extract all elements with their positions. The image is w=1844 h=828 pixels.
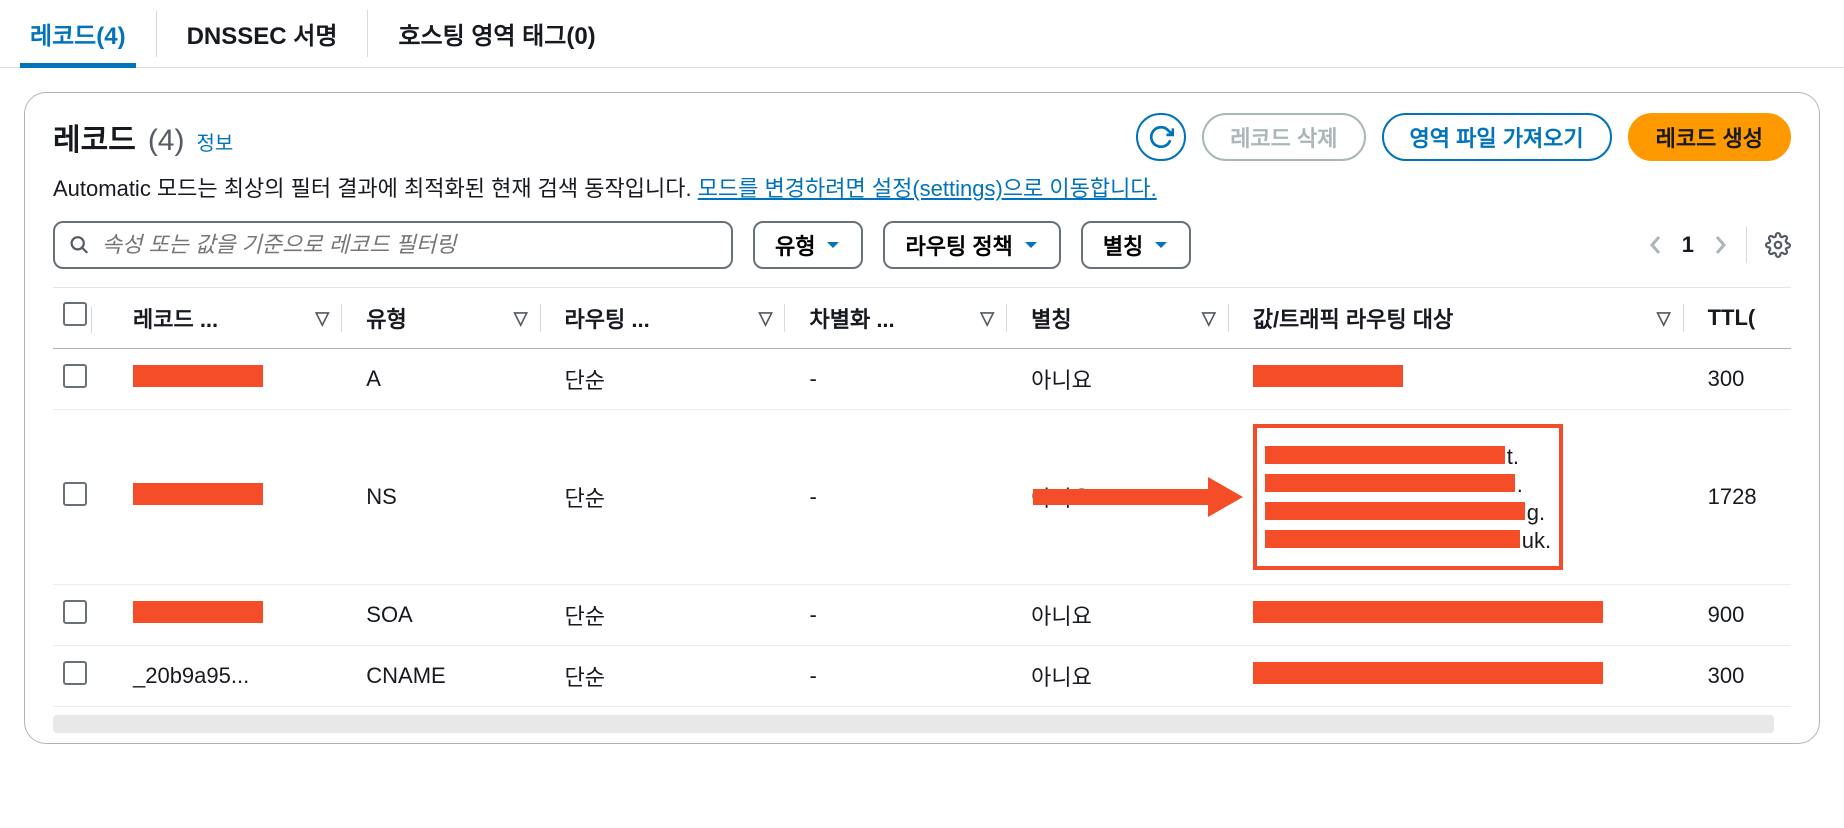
col-alias[interactable]: 별칭▽ bbox=[1021, 288, 1243, 349]
cell-diff: - bbox=[799, 646, 1021, 707]
search-icon bbox=[69, 234, 90, 256]
col-type[interactable]: 유형▽ bbox=[356, 288, 554, 349]
import-zone-file-button[interactable]: 영역 파일 가져오기 bbox=[1382, 113, 1612, 161]
cell-ttl: 300 bbox=[1698, 646, 1791, 707]
mode-description: Automatic 모드는 최상의 필터 결과에 최적화된 현재 검색 동작입니… bbox=[53, 171, 1791, 203]
sort-icon: ▽ bbox=[1202, 308, 1216, 329]
settings-button[interactable] bbox=[1765, 232, 1791, 258]
alias-filter-label: 별칭 bbox=[1103, 229, 1143, 261]
sort-icon: ▽ bbox=[315, 308, 329, 329]
chevron-right-icon bbox=[1712, 233, 1728, 257]
chevron-left-icon bbox=[1648, 233, 1664, 257]
cell-ttl: 1728 bbox=[1698, 410, 1791, 585]
redacted-name bbox=[133, 601, 263, 623]
panel-title-wrap: 레코드 (4) 정보 bbox=[53, 115, 233, 159]
page-number: 1 bbox=[1682, 232, 1694, 258]
cell-diff: - bbox=[799, 349, 1021, 410]
alias-filter[interactable]: 별칭 bbox=[1081, 221, 1191, 269]
create-record-button[interactable]: 레코드 생성 bbox=[1628, 113, 1791, 161]
col-record-name[interactable]: 레코드 ...▽ bbox=[123, 288, 356, 349]
pagination: 1 bbox=[1648, 227, 1791, 263]
separator bbox=[1746, 227, 1747, 263]
cell-alias: 아니요 bbox=[1021, 585, 1243, 646]
type-filter-label: 유형 bbox=[775, 229, 815, 261]
select-all-checkbox[interactable] bbox=[63, 302, 87, 326]
panel-count: (4) bbox=[148, 124, 185, 158]
redacted-value bbox=[1253, 365, 1403, 387]
cell-routing: 단순 bbox=[555, 585, 800, 646]
sort-icon: ▽ bbox=[980, 308, 994, 329]
redacted-name bbox=[133, 483, 263, 505]
table-header-row: 레코드 ...▽ 유형▽ 라우팅 ...▽ 차별화 ...▽ 별칭▽ 값/트래픽… bbox=[53, 288, 1791, 349]
cell-ttl: 900 bbox=[1698, 585, 1791, 646]
sort-icon: ▽ bbox=[514, 308, 528, 329]
caret-down-icon bbox=[825, 239, 841, 251]
prev-page-button[interactable] bbox=[1648, 233, 1664, 257]
col-value[interactable]: 값/트래픽 라우팅 대상▽ bbox=[1243, 288, 1698, 349]
table-row: NS 단순 - 아니요 t. . g. uk. 1728 bbox=[53, 410, 1791, 585]
records-table: 레코드 ...▽ 유형▽ 라우팅 ...▽ 차별화 ...▽ 별칭▽ 값/트래픽… bbox=[53, 287, 1791, 707]
redacted-value bbox=[1253, 601, 1603, 623]
panel-actions: 레코드 삭제 영역 파일 가져오기 레코드 생성 bbox=[1136, 113, 1791, 161]
cell-diff: - bbox=[799, 585, 1021, 646]
routing-policy-filter[interactable]: 라우팅 정책 bbox=[883, 221, 1060, 269]
table-row: _20b9a95... CNAME 단순 - 아니요 300 bbox=[53, 646, 1791, 707]
row-checkbox[interactable] bbox=[63, 482, 87, 506]
horizontal-scrollbar[interactable] bbox=[53, 715, 1774, 733]
tab-dnssec[interactable]: DNSSEC 서명 bbox=[157, 0, 368, 67]
cell-routing: 단순 bbox=[555, 349, 800, 410]
routing-filter-label: 라우팅 정책 bbox=[905, 229, 1012, 261]
table-row: A 단순 - 아니요 300 bbox=[53, 349, 1791, 410]
tab-records[interactable]: 레코드(4) bbox=[0, 0, 156, 67]
sort-icon: ▽ bbox=[759, 308, 773, 329]
cell-alias: 아니요 bbox=[1021, 646, 1243, 707]
search-input[interactable] bbox=[102, 232, 717, 258]
cell-type: SOA bbox=[356, 585, 554, 646]
ns-suffix: . bbox=[1517, 472, 1523, 498]
info-link[interactable]: 정보 bbox=[196, 127, 233, 156]
redacted-value bbox=[1253, 662, 1603, 684]
cell-routing: 단순 bbox=[555, 646, 800, 707]
mode-text: Automatic 모드는 최상의 필터 결과에 최적화된 현재 검색 동작입니… bbox=[53, 176, 698, 201]
cell-type: NS bbox=[356, 410, 554, 585]
gear-icon bbox=[1765, 232, 1791, 258]
ns-suffix: t. bbox=[1507, 444, 1519, 470]
cell-type: CNAME bbox=[356, 646, 554, 707]
caret-down-icon bbox=[1153, 239, 1169, 251]
col-differentiator[interactable]: 차별화 ...▽ bbox=[799, 288, 1021, 349]
ns-suffix: uk. bbox=[1522, 528, 1551, 554]
delete-record-button: 레코드 삭제 bbox=[1202, 113, 1365, 161]
col-ttl[interactable]: TTL( bbox=[1698, 288, 1791, 349]
search-box[interactable] bbox=[53, 221, 733, 269]
refresh-icon bbox=[1148, 124, 1174, 150]
tabs-bar: 레코드(4) DNSSEC 서명 호스팅 영역 태그(0) bbox=[0, 0, 1844, 68]
panel-title: 레코드 bbox=[53, 115, 136, 159]
cell-name: _20b9a95... bbox=[123, 646, 356, 707]
ns-value-highlight: t. . g. uk. bbox=[1253, 424, 1563, 570]
cell-routing: 단순 bbox=[555, 410, 800, 585]
refresh-button[interactable] bbox=[1136, 113, 1186, 161]
cell-ttl: 300 bbox=[1698, 349, 1791, 410]
caret-down-icon bbox=[1023, 239, 1039, 251]
panel-header: 레코드 (4) 정보 레코드 삭제 영역 파일 가져오기 레코드 생성 bbox=[53, 113, 1791, 161]
row-checkbox[interactable] bbox=[63, 600, 87, 624]
type-filter[interactable]: 유형 bbox=[753, 221, 863, 269]
filter-toolbar: 유형 라우팅 정책 별칭 1 bbox=[53, 221, 1791, 269]
table-row: SOA 단순 - 아니요 900 bbox=[53, 585, 1791, 646]
row-checkbox[interactable] bbox=[63, 364, 87, 388]
next-page-button[interactable] bbox=[1712, 233, 1728, 257]
redacted-name bbox=[133, 365, 263, 387]
row-checkbox[interactable] bbox=[63, 661, 87, 685]
cell-type: A bbox=[356, 349, 554, 410]
records-panel: 레코드 (4) 정보 레코드 삭제 영역 파일 가져오기 레코드 생성 Auto… bbox=[24, 92, 1820, 744]
settings-link[interactable]: 모드를 변경하려면 설정(settings)으로 이동합니다. bbox=[698, 176, 1157, 201]
col-routing[interactable]: 라우팅 ...▽ bbox=[555, 288, 800, 349]
cell-diff: - bbox=[799, 410, 1021, 585]
sort-icon: ▽ bbox=[1657, 308, 1671, 329]
arrow-annotation bbox=[1033, 477, 1243, 517]
ns-suffix: g. bbox=[1527, 500, 1545, 526]
cell-alias: 아니요 bbox=[1021, 349, 1243, 410]
tab-hosted-zone-tags[interactable]: 호스팅 영역 태그(0) bbox=[368, 0, 625, 67]
